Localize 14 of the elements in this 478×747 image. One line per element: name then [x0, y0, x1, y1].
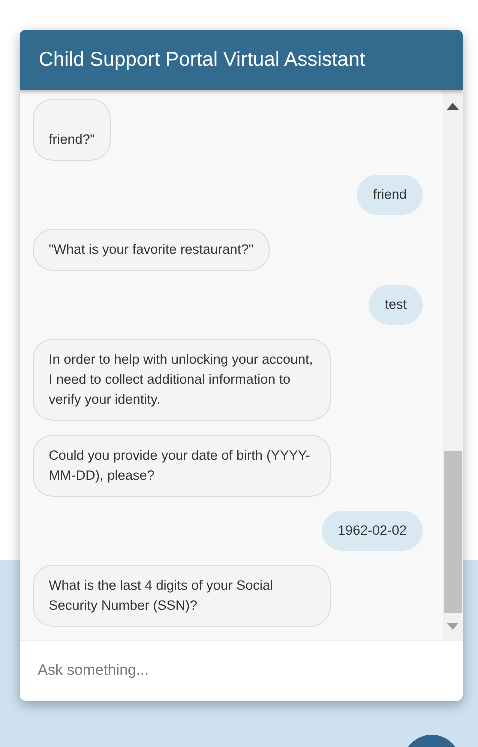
bot-message: In order to help with unlocking your account, I need to collect additional information to verify your identity. [33, 339, 331, 421]
user-message: 1962-02-02 [322, 511, 423, 551]
bot-message: What is the last 4 digits of your Social Security Number (SSN)? [33, 565, 331, 627]
bot-message: friend?" [33, 99, 112, 161]
user-message: friend [357, 175, 423, 215]
bot-message: "What is your favorite restaurant?" [33, 229, 270, 271]
scrollbar[interactable] [443, 90, 463, 640]
scroll-up-icon[interactable] [447, 103, 459, 110]
window-title: Child Support Portal Virtual Assistant [39, 48, 366, 73]
bot-message: Could you provide your date of birth (YYYY-MM-DD), please? [33, 435, 331, 497]
scrollbar-thumb[interactable] [444, 451, 462, 613]
user-message: test [369, 285, 423, 325]
scroll-down-icon[interactable] [447, 623, 459, 630]
message-input[interactable]: Ask something... [38, 660, 445, 682]
